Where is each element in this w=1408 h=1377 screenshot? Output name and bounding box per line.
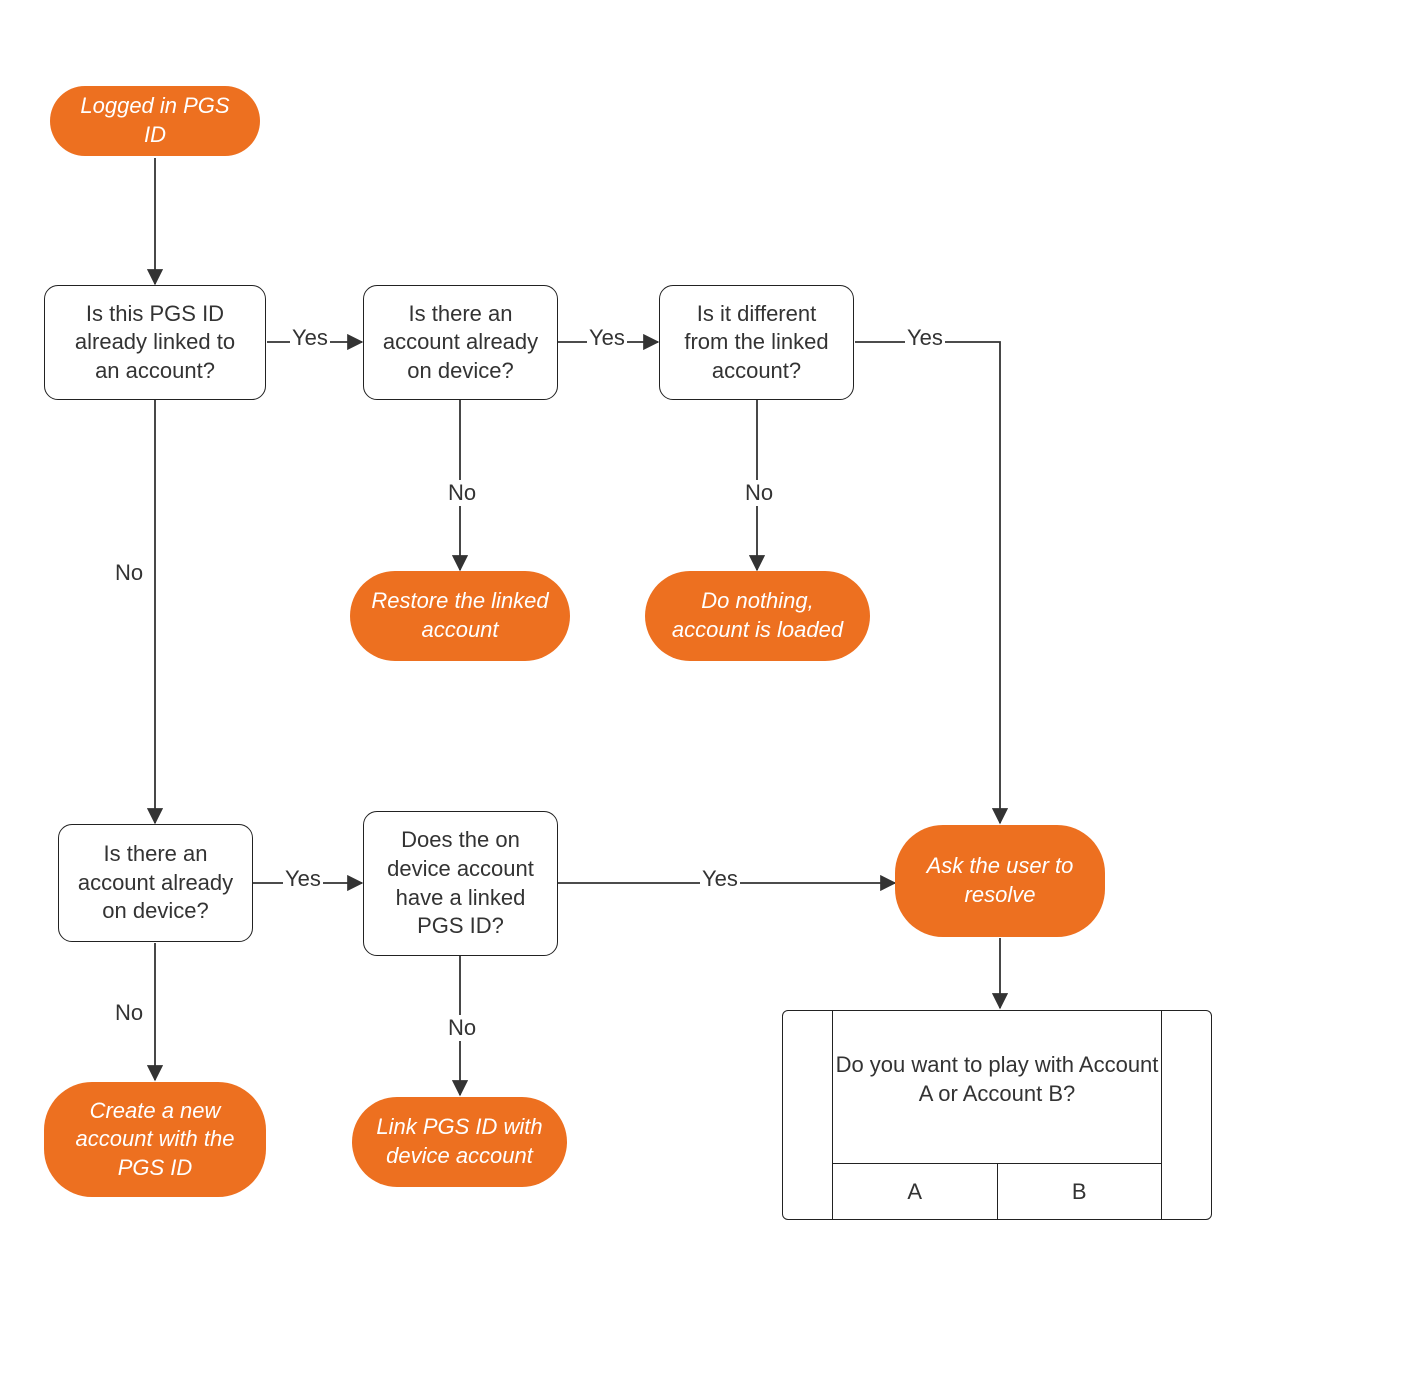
decision-device-has-pgs-label: Does the on device account have a linked…: [382, 826, 539, 940]
decision-different-account: Is it different from the linked account?: [659, 285, 854, 400]
edge-no-1: No: [446, 480, 478, 506]
start-node: Logged in PGS ID: [50, 86, 260, 156]
edge-yes-4: Yes: [283, 866, 323, 892]
edge-no-2: No: [743, 480, 775, 506]
edge-no-5: No: [446, 1015, 478, 1041]
dialog-side-left: [783, 1011, 833, 1219]
edge-yes-1: Yes: [290, 325, 330, 351]
edge-yes-2: Yes: [587, 325, 627, 351]
edge-yes-5: Yes: [700, 866, 740, 892]
decision-account-on-device-2: Is there an account already on device?: [58, 824, 253, 942]
flowchart-canvas: Logged in PGS ID Is this PGS ID already …: [0, 0, 1408, 1377]
action-link-pgs-label: Link PGS ID with device account: [370, 1113, 549, 1170]
dialog-prompt: Do you want to play with Account A or Ac…: [836, 1052, 1159, 1106]
resolve-dialog: Do you want to play with Account A or Ac…: [782, 1010, 1212, 1220]
decision-pgs-linked-label: Is this PGS ID already linked to an acco…: [63, 300, 247, 386]
action-create-new: Create a new account with the PGS ID: [44, 1082, 266, 1197]
dialog-body: Do you want to play with Account A or Ac…: [833, 1051, 1161, 1108]
decision-account-on-device-2-label: Is there an account already on device?: [77, 840, 234, 926]
action-ask-resolve-label: Ask the user to resolve: [913, 852, 1087, 909]
edge-yes-3: Yes: [905, 325, 945, 351]
action-create-new-label: Create a new account with the PGS ID: [62, 1097, 248, 1183]
decision-account-on-device-1-label: Is there an account already on device?: [382, 300, 539, 386]
action-do-nothing-label: Do nothing, account is loaded: [663, 587, 852, 644]
action-do-nothing: Do nothing, account is loaded: [645, 571, 870, 661]
decision-device-has-pgs: Does the on device account have a linked…: [363, 811, 558, 956]
edge-no-4: No: [113, 1000, 145, 1026]
action-restore-label: Restore the linked account: [368, 587, 552, 644]
action-restore: Restore the linked account: [350, 571, 570, 661]
dialog-buttons: A B: [833, 1163, 1161, 1219]
dialog-option-a-label: A: [907, 1179, 922, 1205]
dialog-option-b[interactable]: B: [997, 1164, 1162, 1219]
decision-different-account-label: Is it different from the linked account?: [678, 300, 835, 386]
decision-account-on-device-1: Is there an account already on device?: [363, 285, 558, 400]
dialog-option-b-label: B: [1072, 1179, 1087, 1205]
action-ask-resolve: Ask the user to resolve: [895, 825, 1105, 937]
edge-no-3: No: [113, 560, 145, 586]
action-link-pgs: Link PGS ID with device account: [352, 1097, 567, 1187]
start-label: Logged in PGS ID: [68, 92, 242, 149]
decision-pgs-linked: Is this PGS ID already linked to an acco…: [44, 285, 266, 400]
dialog-side-right: [1161, 1011, 1211, 1219]
dialog-option-a[interactable]: A: [833, 1164, 997, 1219]
